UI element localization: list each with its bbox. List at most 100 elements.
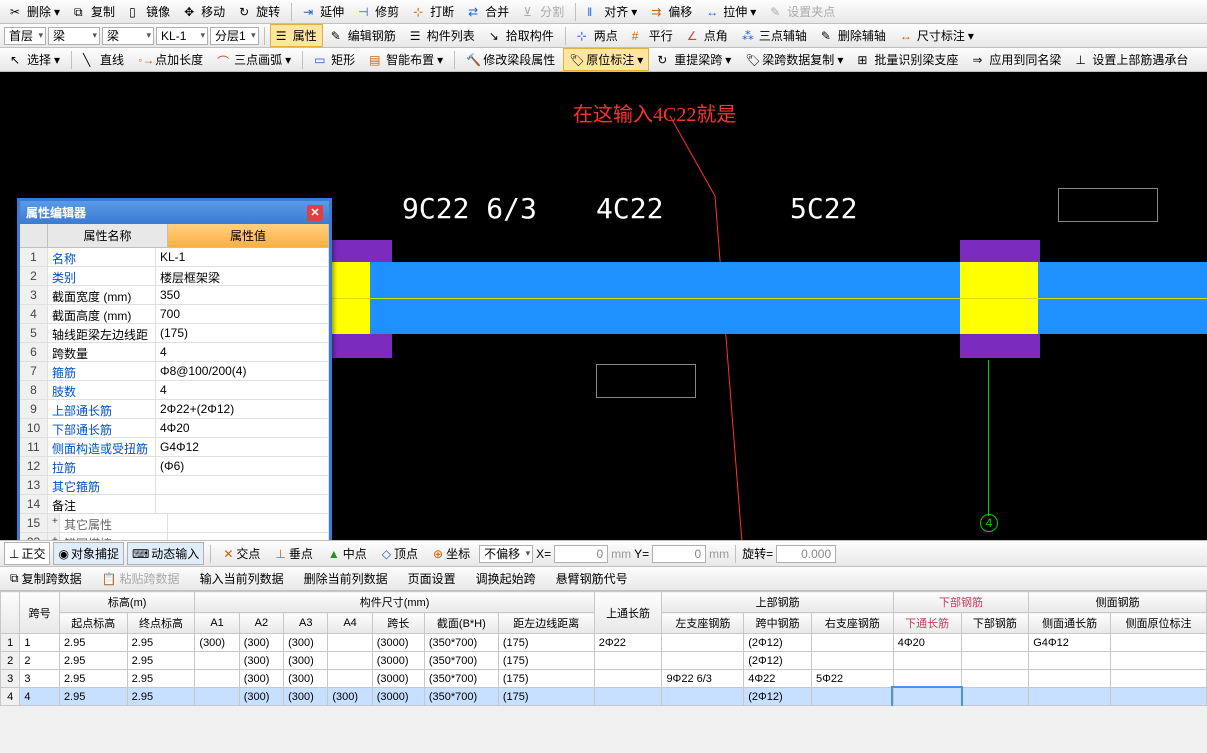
property-row[interactable]: 9上部通长筋2Φ22+(2Φ12) [20,400,329,419]
label-4c22: 4C22 [596,192,663,225]
stretch-icon: ↔ [706,5,720,19]
layer-select[interactable]: 分层1 [210,27,259,45]
offset-button[interactable]: ⇉偏移 [645,0,698,23]
close-icon[interactable]: ✕ [307,205,323,221]
line-button[interactable]: ╲直线 [77,48,130,71]
member-select[interactable]: KL-1 [156,27,208,45]
property-row[interactable]: 13其它箍筋 [20,476,329,495]
property-group[interactable]: 23+锚固搭接 [20,533,329,540]
dyninput-toggle[interactable]: ⌨动态输入 [127,542,204,565]
delete-current-col[interactable]: 删除当前列数据 [298,567,394,590]
osnap-toggle[interactable]: ◉对象捕捉 [53,542,124,565]
smart-button[interactable]: ▤智能布置 ▾ [363,48,449,71]
stretch-button[interactable]: ↔拉伸 ▾ [700,0,762,23]
table-row[interactable]: 112.952.95(300)(300)(300)(3000)(350*700)… [1,634,1207,652]
property-row[interactable]: 2类别楼层框架梁 [20,267,329,286]
ortho-toggle[interactable]: ⊥正交 [4,542,50,565]
grip-button[interactable]: ✎设置夹点 [764,0,841,23]
property-row[interactable]: 14备注 [20,495,329,514]
select-button[interactable]: ↖选择 ▾ [4,48,66,71]
trim-button[interactable]: ⊣修剪 [352,0,405,23]
split-button[interactable]: ⊻分割 [517,0,570,23]
move-button[interactable]: ✥移动 [178,0,231,23]
property-row[interactable]: 3截面宽度 (mm)350 [20,286,329,305]
property-row[interactable]: 4截面高度 (mm)700 [20,305,329,324]
cantilever-code[interactable]: 悬臂钢筋代号 [550,567,634,590]
rotate-button[interactable]: ↻旋转 [233,0,286,23]
properties-icon: ☰ [276,29,290,43]
snap-coord[interactable]: ⊕坐标 [427,542,476,565]
rot-input[interactable]: 0.000 [776,545,836,563]
batch-support-button[interactable]: ⊞批量识别梁支座 [851,48,964,71]
arc3-button[interactable]: ⌒三点画弧 ▾ [211,48,297,71]
perp-icon: ⊥ [275,547,285,561]
property-row[interactable]: 12拉筋(Φ6) [20,457,329,476]
inplace-label-button[interactable]: 🏷原位标注 ▾ [563,48,649,71]
snap-perp[interactable]: ⊥垂点 [269,542,318,565]
threept-button[interactable]: ⁂三点辅轴 [736,24,813,47]
property-row[interactable]: 10下部通长筋4Φ20 [20,419,329,438]
shift-select[interactable]: 不偏移 [479,545,533,563]
ptangle-button[interactable]: ∠点角 [681,24,734,47]
floor-select[interactable]: 首层 [4,27,46,45]
retie-span-button[interactable]: ↻重提梁跨 ▾ [651,48,737,71]
intersect-icon: ✕ [223,547,233,561]
property-editor-header: 属性名称 属性值 [20,224,329,248]
copy-span-data[interactable]: ⧉复制跨数据 [4,567,88,590]
edit-beam-prop-button[interactable]: 🔨修改梁段属性 [460,48,561,71]
pick-member-button[interactable]: ↘拾取构件 [483,24,560,47]
input-current-col[interactable]: 输入当前列数据 [194,567,290,590]
snap-vertex[interactable]: ◇顶点 [376,542,424,565]
copy-span-data-button[interactable]: 🏷梁跨数据复制 ▾ [739,48,849,71]
span-data-table[interactable]: 跨号 标高(m) 构件尺寸(mm) 上通长筋 上部钢筋 下部钢筋 侧面钢筋 起点… [0,590,1207,706]
page-setup[interactable]: 页面设置 [402,567,462,590]
table-row[interactable]: 442.952.95(300)(300)(300)(3000)(350*700)… [1,688,1207,706]
align-button[interactable]: ‖对齐 ▾ [581,0,643,23]
mirror-button[interactable]: ▯镜像 [123,0,176,23]
edit-rebar-button[interactable]: ✎编辑钢筋 [325,24,402,47]
property-row[interactable]: 1名称KL-1 [20,248,329,267]
snap-mid[interactable]: ▲中点 [322,542,373,565]
property-row[interactable]: 11侧面构造或受扭筋G4Φ12 [20,438,329,457]
paste-span-data[interactable]: 📋粘贴跨数据 [96,567,186,590]
grip-icon: ✎ [770,5,784,19]
dimension-button[interactable]: ↔尺寸标注 ▾ [894,24,980,47]
extend-button[interactable]: ⇥延伸 [297,0,350,23]
batch-icon: ⊞ [857,53,871,67]
property-row[interactable]: 6跨数量4 [20,343,329,362]
data-toolbar: ⧉复制跨数据 📋粘贴跨数据 输入当前列数据 删除当前列数据 页面设置 调换起始跨… [0,566,1207,590]
refresh-icon: ↻ [657,53,671,67]
snap-intersect[interactable]: ✕交点 [217,542,266,565]
copy-button[interactable]: ⧉复制 [68,0,121,23]
ptlen-button[interactable]: ◦→点加长度 [132,48,209,71]
table-row[interactable]: 222.952.95(300)(300)(3000)(350*700)(175)… [1,652,1207,670]
delete-button[interactable]: ✂删除 ▾ [4,0,66,23]
property-row[interactable]: 8肢数4 [20,381,329,400]
break-button[interactable]: ⊹打断 [407,0,460,23]
parallel-icon: # [632,29,646,43]
property-row[interactable]: 5轴线距梁左边线距(175) [20,324,329,343]
coord-icon: ⊕ [433,547,443,561]
drawing-canvas[interactable]: 在这输入4C22就是 9C22 6/3 4C22 5C22 4 属性编辑器 ✕ [0,72,1207,540]
ortho-icon: ⊥ [9,547,19,561]
properties-button[interactable]: ☰属性 [270,24,323,47]
top-rebar-cap-button[interactable]: ⊥设置上部筋遇承台 [1069,48,1194,71]
table-row[interactable]: 332.952.95(300)(300)(3000)(350*700)(175)… [1,670,1207,688]
vertex-icon: ◇ [382,547,391,561]
rect-button[interactable]: ▭矩形 [308,48,361,71]
parallel-button[interactable]: #平行 [626,24,679,47]
property-group[interactable]: 15+其它属性 [20,514,329,533]
x-input[interactable]: 0 [554,545,608,563]
merge-button[interactable]: ⇄合并 [462,0,515,23]
apply-same-button[interactable]: ⇒应用到同名梁 [966,48,1067,71]
property-editor[interactable]: 属性编辑器 ✕ 属性名称 属性值 1名称KL-12类别楼层框架梁3截面宽度 (m… [17,198,332,540]
twopoint-button[interactable]: ⊹两点 [571,24,624,47]
y-input[interactable]: 0 [652,545,706,563]
category2-select[interactable]: 梁 [102,27,154,45]
category1-select[interactable]: 梁 [48,27,100,45]
property-editor-titlebar[interactable]: 属性编辑器 ✕ [20,201,329,224]
property-row[interactable]: 7箍筋Φ8@100/200(4) [20,362,329,381]
member-list-button[interactable]: ☰构件列表 [404,24,481,47]
delete-aux-button[interactable]: ✎删除辅轴 [815,24,892,47]
swap-start-span[interactable]: 调换起始跨 [470,567,542,590]
